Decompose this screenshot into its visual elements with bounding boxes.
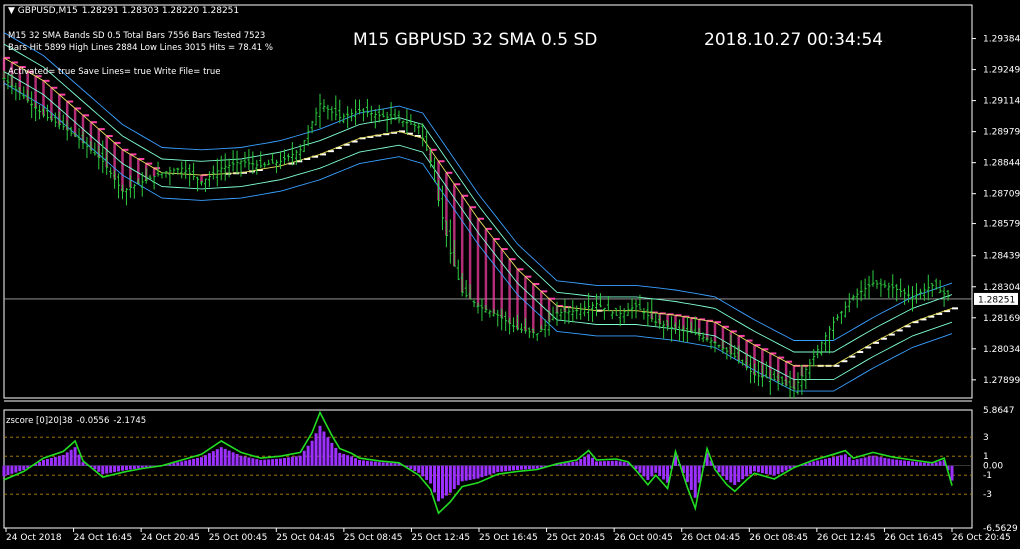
time-tick-label: 25 Oct 12:45: [411, 533, 470, 543]
time-tick-label: 24 Oct 16:45: [74, 533, 133, 543]
chart-timestamp: 2018.10.27 00:34:54: [704, 30, 883, 50]
zscore-header: zscore [0]20|38 -0.0556 -2.1745: [6, 416, 146, 426]
price-tick-label: 1.28439: [983, 252, 1020, 262]
header-arrow-icon: ▼: [8, 6, 18, 16]
time-tick-label: 26 Oct 00:45: [614, 533, 673, 543]
price-tick-label: 1.28169: [983, 314, 1020, 324]
info-line-2: Bars Hit 5899 High Lines 2884 Low Lines …: [8, 43, 273, 53]
info-line-3: Activated= true Save Lines= true Write F…: [8, 67, 221, 77]
chart-main-title: M15 GBPUSD 32 SMA 0.5 SD: [353, 30, 597, 50]
price-tick-label: 1.28304: [983, 283, 1020, 293]
chart-header: ▼ GBPUSD,M15 1.28291 1.28303 1.28220 1.28…: [8, 6, 883, 77]
price-tick-label: 1.28844: [983, 159, 1020, 169]
zscore-label: zscore [0]20|38 -0.0556 -2.1745: [6, 416, 146, 426]
time-tick-label: 26 Oct 12:45: [817, 533, 876, 543]
time-tick-label: 25 Oct 04:45: [276, 533, 335, 543]
time-axis: 24 Oct 2018 24 Oct 16:45 24 Oct 20:45 25 Oc…: [5, 528, 1011, 543]
zscore-pane[interactable]: 5.8647310.00-1-3-6.5629: [2, 406, 1018, 534]
price-pane-frame: [3, 4, 973, 399]
symbol-header: ▼ GBPUSD,M15 1.28291 1.28303 1.28220 1.28…: [8, 6, 239, 16]
price-tick-label: 1.29114: [983, 97, 1020, 107]
current-price-label: 1.28251: [978, 295, 1015, 305]
zscore-pane-frame: [3, 409, 973, 529]
zscore-tick-label: 5.8647: [983, 406, 1015, 416]
time-tick-label: 24 Oct 20:45: [141, 533, 200, 543]
mt4-chart-window: 1.29384 1.29249 1.29114 1.28979 1.28844 1.287…: [2, 4, 1020, 543]
zscore-tick-label: -3: [983, 490, 992, 500]
price-tick-label: 1.28709: [983, 190, 1020, 200]
price-tick-label: 1.29384: [983, 35, 1020, 45]
zscore-tick-label: 0.00: [983, 462, 1003, 472]
candles: [2, 70, 950, 399]
zscore-tick-label: 3: [983, 433, 989, 443]
price-tick-label: 1.29249: [983, 66, 1020, 76]
sma-band-lines: [2, 56, 958, 389]
time-tick-label: 25 Oct 00:45: [209, 533, 268, 543]
sma-line: [3, 57, 953, 367]
price-tick-label: 1.28979: [983, 128, 1020, 138]
price-tick-label: 1.27899: [983, 376, 1020, 386]
time-tick-label: 25 Oct 20:45: [547, 533, 606, 543]
price-tick-label: 1.28579: [983, 220, 1020, 230]
time-tick-label: 25 Oct 16:45: [479, 533, 538, 543]
time-tick-label: 26 Oct 20:45: [952, 533, 1011, 543]
price-pane[interactable]: 1.29384 1.29249 1.29114 1.28979 1.28844 1.287…: [2, 4, 1020, 402]
time-tick-label: 26 Oct 16:45: [884, 533, 943, 543]
price-tick-label: 1.28034: [983, 345, 1020, 355]
time-tick-label: 25 Oct 08:45: [344, 533, 403, 543]
time-tick-label: 26 Oct 04:45: [682, 533, 741, 543]
time-tick-label: 24 Oct 2018: [6, 533, 62, 543]
time-tick-label: 26 Oct 08:45: [749, 533, 808, 543]
zscore-tick-label: -1: [983, 471, 992, 481]
info-line-1: M15 32 SMA Bands SD 0.5 Total Bars 7556 …: [8, 31, 265, 41]
